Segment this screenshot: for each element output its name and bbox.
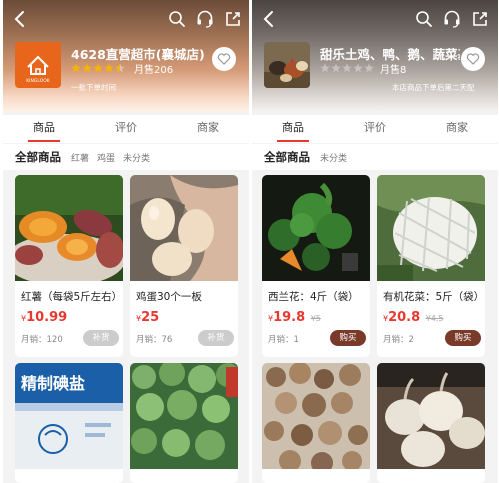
product-image — [130, 363, 238, 469]
monthly-sold: 月售8 — [380, 65, 407, 76]
star-icon — [342, 63, 352, 73]
original-price: ¥5 — [310, 314, 321, 323]
favorite-button[interactable] — [212, 47, 236, 71]
buy-button[interactable]: 购买 — [445, 330, 481, 346]
star-icon — [93, 63, 103, 73]
salt-package-text: 精制碘盐 — [21, 374, 85, 393]
store-tabs: 商品 评价 商家 — [252, 115, 498, 143]
product-image — [130, 175, 238, 281]
category-all[interactable]: 全部商品 — [15, 149, 61, 165]
heart-icon — [217, 53, 231, 65]
product-price: ¥25 — [136, 310, 159, 325]
headset-icon[interactable] — [442, 9, 462, 29]
category-uncategorized[interactable]: 未分类 — [123, 151, 150, 164]
back-icon[interactable] — [9, 8, 31, 30]
category-sweet-potato[interactable]: 红薯 — [71, 151, 89, 164]
tab-merchant[interactable]: 商家 — [416, 115, 498, 143]
product-image — [262, 363, 370, 469]
product-card[interactable] — [377, 363, 485, 483]
product-image — [377, 363, 485, 469]
store-tabs: 商品 评价 商家 — [3, 115, 249, 143]
product-card[interactable] — [262, 363, 370, 483]
product-image — [262, 175, 370, 281]
headset-icon[interactable] — [195, 9, 215, 29]
star-icon — [364, 63, 374, 73]
logo-image: KINGLOOK — [26, 55, 51, 84]
star-icon — [82, 63, 92, 73]
star-icon — [353, 63, 363, 73]
tab-products[interactable]: 商品 — [3, 115, 85, 143]
restock-button[interactable]: 补货 — [83, 330, 119, 346]
product-card[interactable] — [130, 363, 238, 483]
star-icon — [331, 63, 341, 73]
product-card[interactable]: 精制碘盐 — [15, 363, 123, 483]
product-card[interactable]: 有机花菜：5斤（袋） ¥20.8 ¥4.5 月销：2 购买 — [377, 175, 485, 357]
product-card[interactable]: 红薯（每袋5斤左右） ¥10.99 月销：120 补货 — [15, 175, 123, 357]
category-eggs[interactable]: 鸡蛋 — [97, 151, 115, 164]
favorite-button[interactable] — [461, 47, 485, 71]
price-value: 19.8 — [273, 310, 306, 325]
product-image: 精制碘盐 — [15, 363, 123, 469]
product-name: 鸡蛋30个一板 — [136, 291, 202, 303]
category-bar: 全部商品 红薯 鸡蛋 未分类 — [3, 144, 249, 170]
monthly-sold: 月售206 — [134, 65, 174, 76]
tab-reviews[interactable]: 评价 — [85, 115, 167, 143]
store-note: 本店商品下单后第二天配 — [392, 83, 475, 92]
product-card[interactable]: 鸡蛋30个一板 ¥25 月销：76 补货 — [130, 175, 238, 357]
category-all[interactable]: 全部商品 — [264, 149, 310, 165]
heart-icon — [466, 53, 480, 65]
star-icon — [104, 63, 114, 73]
back-icon[interactable] — [258, 8, 280, 30]
product-price: ¥19.8 ¥5 — [268, 310, 321, 325]
store-photo-chickens — [264, 42, 310, 88]
restock-button[interactable]: 补货 — [198, 330, 234, 346]
star-half-icon — [115, 63, 125, 73]
product-card[interactable]: 西兰花：4斤（袋） ¥19.8 ¥5 月销：1 购买 — [262, 175, 370, 357]
product-image — [15, 175, 123, 281]
product-price: ¥10.99 — [21, 310, 67, 325]
product-name: 有机花菜：5斤（袋） — [383, 291, 485, 303]
share-icon[interactable] — [470, 9, 490, 29]
monthly-sales: 月销：1 — [268, 335, 299, 345]
original-price: ¥4.5 — [425, 314, 444, 323]
monthly-sales: 月销：2 — [383, 335, 414, 345]
store-panel-left: KINGLOOK 4628直营超市(襄城店) 月售206 一批下单时间 商品 评… — [3, 0, 249, 483]
price-value: 25 — [141, 310, 160, 325]
top-bar — [252, 6, 498, 32]
logo-text: KINGLOOK — [26, 78, 51, 84]
product-price: ¥20.8 ¥4.5 — [383, 310, 444, 325]
store-header: 甜乐土鸡、鸭、鹅、蔬菜基地 月售8 本店商品下单后第二天配 — [252, 0, 498, 112]
top-bar — [3, 6, 249, 32]
store-logo — [264, 42, 310, 88]
category-uncategorized[interactable]: 未分类 — [320, 151, 347, 164]
star-icon — [320, 63, 330, 73]
store-logo: KINGLOOK — [15, 42, 61, 88]
product-name: 红薯（每袋5斤左右） — [21, 291, 123, 303]
share-icon[interactable] — [223, 9, 243, 29]
rating-stars — [71, 63, 125, 74]
search-icon[interactable] — [167, 9, 187, 29]
monthly-sales: 月销：120 — [21, 335, 63, 345]
price-value: 20.8 — [388, 310, 421, 325]
monthly-sales: 月销：76 — [136, 335, 173, 345]
buy-button[interactable]: 购买 — [330, 330, 366, 346]
category-bar: 全部商品 未分类 — [252, 144, 498, 170]
tab-products[interactable]: 商品 — [252, 115, 334, 143]
tab-merchant[interactable]: 商家 — [167, 115, 249, 143]
store-header: KINGLOOK 4628直营超市(襄城店) 月售206 一批下单时间 — [3, 0, 249, 112]
rating-stars — [320, 63, 374, 74]
price-value: 10.99 — [26, 310, 68, 325]
store-panel-right: 甜乐土鸡、鸭、鹅、蔬菜基地 月售8 本店商品下单后第二天配 商品 评价 商家 全… — [252, 0, 498, 483]
star-icon — [71, 63, 81, 73]
search-icon[interactable] — [414, 9, 434, 29]
tab-reviews[interactable]: 评价 — [334, 115, 416, 143]
store-note: 一批下单时间 — [71, 83, 116, 92]
product-image — [377, 175, 485, 281]
product-name: 西兰花：4斤（袋） — [268, 291, 359, 303]
